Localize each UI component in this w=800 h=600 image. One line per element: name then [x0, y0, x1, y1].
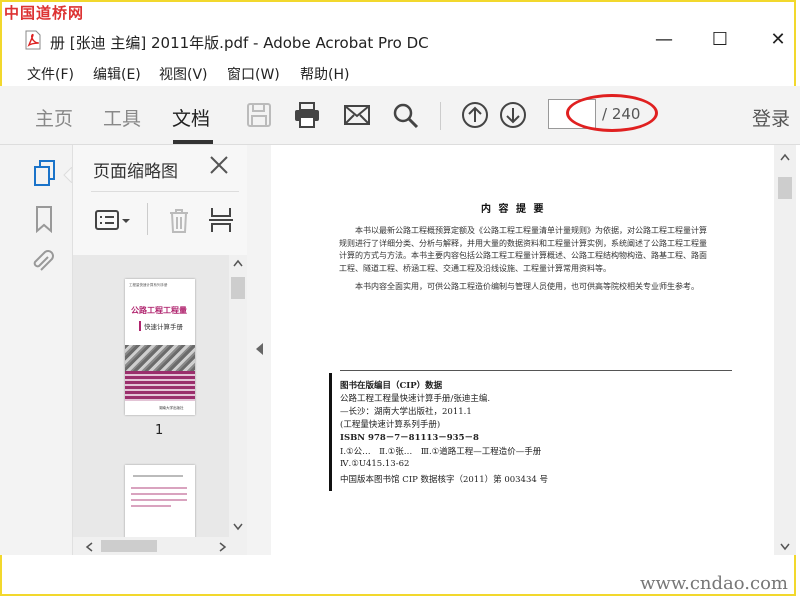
- window-title: 册 [张迪 主编] 2011年版.pdf - Adobe Acrobat Pro…: [50, 34, 429, 52]
- main-toolbar: 主页 工具 文档 / 240 登录: [0, 86, 800, 145]
- search-icon[interactable]: [390, 100, 420, 130]
- summary-paragraph-1: 本书以最新公路工程概预算定额及《公路工程工程量清单计量规则》为依据，对公路工程工…: [339, 226, 707, 273]
- toolbar-divider: [440, 102, 441, 130]
- cip-top-rule: [340, 370, 732, 371]
- attachment-icon[interactable]: [30, 249, 56, 275]
- panel-pointer-icon: [63, 167, 72, 183]
- panel-splitter[interactable]: [247, 145, 271, 555]
- cover-publisher: 湖南大学出版社: [159, 406, 184, 410]
- document-scroll-thumb[interactable]: [778, 177, 792, 199]
- email-icon[interactable]: [342, 100, 372, 130]
- scroll-up-icon[interactable]: [780, 153, 790, 161]
- title-bar: 册 [张迪 主编] 2011年版.pdf - Adobe Acrobat Pro…: [0, 22, 800, 60]
- thumb-text-line: [131, 499, 187, 501]
- menu-file[interactable]: 文件(F): [27, 64, 74, 84]
- cip-line: 中国版本图书馆 CIP 数据核字（2011）第 003434 号: [340, 475, 548, 485]
- cip-line: (工程量快速计算系列手册): [340, 420, 441, 430]
- extract-pages-icon[interactable]: [207, 205, 235, 235]
- thumbnail-horizontal-scrollbar[interactable]: [73, 537, 247, 555]
- tab-document[interactable]: 文档: [172, 104, 210, 131]
- watermark-top: 中国道桥网: [4, 4, 85, 22]
- menu-view[interactable]: 视图(V): [159, 64, 208, 84]
- active-tab-indicator: [173, 140, 213, 144]
- print-icon[interactable]: [292, 100, 322, 130]
- navigation-rail: [0, 145, 73, 555]
- maximize-button[interactable]: ☐: [708, 28, 732, 52]
- summary-title: 内 容 提 要: [481, 204, 546, 215]
- panel-title: 页面缩略图: [93, 162, 178, 182]
- watermark-bottom: www.cndao.com: [640, 573, 788, 594]
- scroll-down-icon[interactable]: [780, 543, 790, 551]
- thumbnail-page-number: 1: [155, 423, 164, 438]
- save-icon[interactable]: [244, 100, 274, 130]
- close-icon[interactable]: [207, 153, 231, 177]
- scroll-up-icon[interactable]: [233, 259, 243, 267]
- next-page-icon[interactable]: [498, 100, 528, 130]
- thumbnail-list: 工程量快速计算系列手册 公路工程工程量 快速计算手册 湖南大学出版社 1: [73, 255, 247, 555]
- cip-data-block: 图书在版编目（CIP）数据 公路工程工程量快速计算手册/张迪主编. —长沙：湖南…: [329, 370, 732, 491]
- document-vertical-scrollbar[interactable]: [774, 145, 796, 555]
- menu-window[interactable]: 窗口(W): [227, 64, 280, 84]
- bookmark-icon[interactable]: [34, 205, 54, 233]
- horizontal-scroll-thumb[interactable]: [101, 540, 157, 552]
- thumb-text-line: [133, 475, 183, 477]
- summary-paragraph-2: 本书内容全面实用，可供公路工程造价编制与管理人员使用，也可供高等院校相关专业师生…: [355, 282, 699, 291]
- delete-page-icon[interactable]: [167, 207, 191, 235]
- document-view[interactable]: 内 容 提 要 本书以最新公路工程概预算定额及《公路工程工程量清单计量规则》为依…: [271, 145, 774, 555]
- collapse-panel-icon[interactable]: [256, 343, 264, 355]
- scroll-right-icon[interactable]: [219, 542, 227, 552]
- thumb-text-line: [131, 487, 187, 489]
- cip-isbn: ISBN 978－7－81113－935－8: [340, 433, 479, 443]
- cover-stripes: [125, 371, 195, 401]
- thumb-text-line: [131, 493, 187, 495]
- red-highlight-ellipse: [566, 94, 658, 132]
- scroll-down-icon[interactable]: [233, 523, 243, 531]
- cover-subtitle: 快速计算手册: [139, 321, 194, 331]
- cover-series: 工程量快速计算系列手册: [129, 283, 168, 287]
- thumb-text-line: [131, 505, 171, 507]
- thumbnail-vertical-scrollbar[interactable]: [229, 255, 247, 537]
- page-thumbnail-1[interactable]: 工程量快速计算系列手册 公路工程工程量 快速计算手册 湖南大学出版社: [125, 279, 195, 415]
- close-button[interactable]: ✕: [766, 28, 790, 52]
- thumbnail-options-icon[interactable]: [93, 207, 133, 233]
- page-thumbnails-icon[interactable]: [32, 159, 58, 187]
- cip-line: Ⅳ.①U415.13-62: [340, 459, 410, 469]
- tab-home[interactable]: 主页: [35, 104, 73, 131]
- menu-edit[interactable]: 编辑(E): [93, 64, 141, 84]
- previous-page-icon[interactable]: [460, 100, 490, 130]
- login-button[interactable]: 登录: [752, 104, 790, 131]
- scroll-left-icon[interactable]: [85, 542, 93, 552]
- cover-title: 公路工程工程量: [131, 305, 187, 315]
- thumbnails-panel: 页面缩略图 工程量快速计算系列手册 公路工程工程量 快速计算手册 湖南大学出版社…: [73, 145, 247, 555]
- acrobat-pdf-icon: [25, 30, 41, 50]
- panel-divider: [91, 191, 239, 192]
- cip-line: Ⅰ.①公… Ⅱ.①张… Ⅲ.①道路工程—工程造价—手册: [340, 447, 542, 457]
- cip-line: 公路工程工程量快速计算手册/张迪主编.: [340, 394, 491, 404]
- cip-heading: 图书在版编目（CIP）数据: [340, 381, 443, 391]
- page-thumbnail-2[interactable]: [125, 465, 195, 545]
- tab-tools[interactable]: 工具: [103, 104, 141, 131]
- menu-bar: 文件(F) 编辑(E) 视图(V) 窗口(W) 帮助(H): [0, 60, 800, 86]
- thumbnail-scroll-thumb[interactable]: [231, 277, 245, 299]
- cip-line: —长沙：湖南大学出版社，2011.1: [340, 407, 472, 417]
- panel-toolbar-divider: [147, 203, 148, 235]
- menu-help[interactable]: 帮助(H): [300, 64, 349, 84]
- minimize-button[interactable]: —: [652, 28, 676, 52]
